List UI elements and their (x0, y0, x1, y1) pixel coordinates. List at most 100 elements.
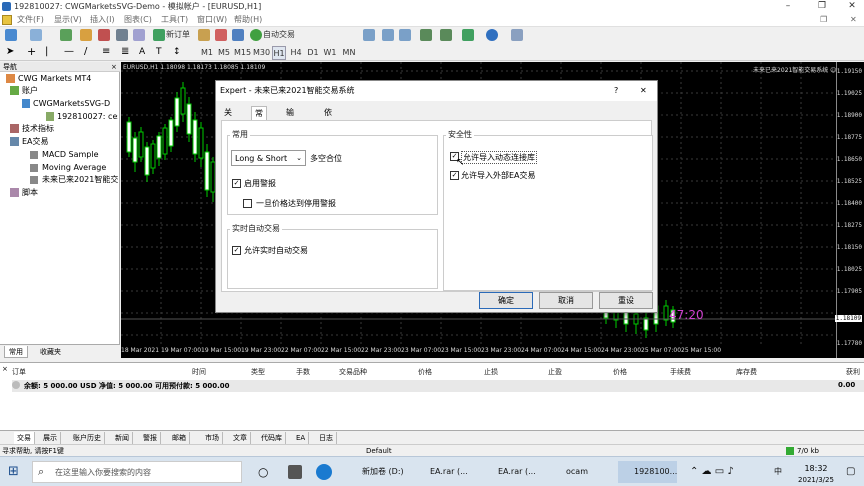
child-close-button[interactable]: ✕ (850, 13, 857, 27)
nav-server[interactable]: CWGMarketsSVG-D (22, 98, 118, 110)
nav-tab-favorites[interactable]: 收藏夹 (36, 346, 65, 358)
col-symbol[interactable]: 交易品种 (339, 367, 367, 377)
tf-h4[interactable]: H4 (289, 46, 303, 60)
nav-accounts[interactable]: 账户 (10, 85, 118, 97)
ok-button[interactable]: 确定 (479, 292, 533, 309)
navigator-icon[interactable] (98, 29, 110, 41)
col-type[interactable]: 类型 (251, 367, 265, 377)
dialog-tab-dependencies[interactable]: 依存关系 (321, 106, 335, 159)
allow-live-trading-checkbox[interactable]: ✓ (232, 246, 241, 255)
tf-m30[interactable]: M30 (253, 46, 270, 60)
col-profit[interactable]: 获利 (846, 367, 860, 377)
terminal-icon[interactable] (116, 29, 128, 41)
col-tp[interactable]: 止盈 (548, 367, 562, 377)
community-icon[interactable] (232, 29, 244, 41)
disable-alert-once-checkbox[interactable] (243, 199, 252, 208)
col-time[interactable]: 时间 (192, 367, 206, 377)
position-select[interactable]: Long & Short ⌄ (231, 150, 306, 166)
crosshair-icon[interactable]: + (27, 46, 39, 58)
cancel-button[interactable]: 取消 (539, 292, 593, 309)
nav-indicators[interactable]: 技术指标 (10, 123, 118, 135)
menu-insert[interactable]: 插入(I) (90, 13, 115, 27)
profiles-icon[interactable] (30, 29, 42, 41)
periods-icon[interactable] (486, 29, 498, 41)
minimize-button[interactable]: – (776, 0, 800, 13)
tf-mn[interactable]: MN (341, 46, 357, 60)
templates-icon[interactable] (511, 29, 523, 41)
nav-ea-future[interactable]: 未来已来2021智能交 (30, 174, 118, 186)
arrows-icon[interactable]: ↕ (173, 46, 185, 58)
notifications-icon[interactable]: ▢ (846, 461, 855, 483)
menu-view[interactable]: 显示(V) (54, 13, 82, 27)
chart-window-icon[interactable] (2, 15, 12, 25)
edge-icon[interactable] (316, 464, 332, 480)
data-window-icon[interactable] (80, 29, 92, 41)
horizontal-line-icon[interactable]: — (64, 46, 76, 58)
dialog-tab-inputs[interactable]: 输入参数 (283, 106, 297, 159)
metaeditor-icon[interactable] (198, 29, 210, 41)
col-sl[interactable]: 止损 (484, 367, 498, 377)
task-rar-1[interactable]: EA.rar (... (414, 461, 468, 483)
nav-broker[interactable]: CWG Markets MT4 (6, 73, 118, 85)
cursor-icon[interactable]: ➤ (6, 46, 18, 58)
col-swap[interactable]: 库存费 (736, 367, 757, 377)
zoom-in-icon[interactable] (363, 29, 375, 41)
text-label-icon[interactable]: T (156, 46, 168, 58)
dialog-close-button[interactable]: ✕ (640, 81, 647, 101)
col-price2[interactable]: 价格 (613, 367, 627, 377)
col-order[interactable]: 订单 (12, 367, 26, 377)
child-restore-button[interactable]: ❐ (820, 13, 827, 27)
dialog-tab-common[interactable]: 常用 (251, 106, 267, 132)
vertical-line-icon[interactable]: | (45, 46, 57, 58)
tf-m15[interactable]: M15 (234, 46, 251, 60)
nav-experts[interactable]: EA交易 (10, 136, 118, 148)
new-chart-icon[interactable] (5, 29, 17, 41)
tf-m1[interactable]: M1 (200, 46, 214, 60)
ime-indicator[interactable]: 中 (774, 461, 782, 483)
signals-icon[interactable] (215, 29, 227, 41)
nav-ea-ma[interactable]: Moving Average (30, 162, 118, 174)
task-mt4[interactable]: 1928100... (618, 461, 678, 483)
navigator-close-icon[interactable]: × (111, 62, 117, 72)
nav-account[interactable]: 192810027: ces (46, 111, 118, 123)
task-ocam[interactable]: ocam (550, 461, 588, 483)
terminal-close-icon[interactable]: × (2, 365, 8, 373)
clock-time[interactable]: 18:32 (796, 464, 836, 473)
zoom-out-icon[interactable] (382, 29, 394, 41)
reset-button[interactable]: 重设 (599, 292, 653, 309)
nav-scripts[interactable]: 脚本 (10, 187, 118, 199)
col-price[interactable]: 价格 (418, 367, 432, 377)
restore-button[interactable]: ❐ (810, 0, 834, 13)
menu-chart[interactable]: 图表(C) (124, 13, 152, 27)
fibonacci-icon[interactable]: ≣ (121, 46, 133, 58)
allow-external-checkbox[interactable]: ✓ (450, 171, 459, 180)
tf-m5[interactable]: M5 (217, 46, 231, 60)
market-watch-icon[interactable] (60, 29, 72, 41)
dialog-tab-about[interactable]: 关于 (221, 106, 235, 131)
menu-file[interactable]: 文件(F) (17, 13, 44, 27)
col-lots[interactable]: 手数 (296, 367, 310, 377)
strategy-tester-icon[interactable] (133, 29, 145, 41)
tf-h1[interactable]: H1 (272, 46, 286, 60)
col-commission[interactable]: 手续费 (670, 367, 691, 377)
nav-ea-macd[interactable]: MACD Sample (30, 149, 118, 161)
task-rar-2[interactable]: EA.rar (... (482, 461, 536, 483)
trendline-icon[interactable]: / (84, 46, 96, 58)
balance-row[interactable]: 余额: 5 000.00 USD 净值: 5 000.00 可用预付款: 5 0… (12, 380, 864, 392)
dialog-help-button[interactable]: ? (614, 81, 618, 101)
menu-help[interactable]: 帮助(H) (234, 13, 262, 27)
task-drive[interactable]: 新加卷 (D:) (346, 461, 404, 483)
terminal-app-icon[interactable] (288, 465, 302, 479)
channel-icon[interactable]: ≡ (102, 46, 114, 58)
tray-icons[interactable]: ⌃ ☁ ▭ ♪ (690, 461, 734, 483)
chart-shift-icon[interactable] (440, 29, 452, 41)
new-order-button[interactable]: 新订单 (165, 28, 191, 42)
auto-scroll-icon[interactable] (420, 29, 432, 41)
tile-windows-icon[interactable] (399, 29, 411, 41)
nav-tab-common[interactable]: 常用 (4, 346, 28, 358)
enable-alerts-checkbox[interactable]: ✓ (232, 179, 241, 188)
text-icon[interactable]: A (139, 46, 151, 58)
taskbar-search-input[interactable]: 在这里输入你要搜索的内容 (32, 461, 242, 483)
windows-start-icon[interactable]: ⊞ (8, 461, 19, 483)
clock-date[interactable]: 2021/3/25 (790, 476, 842, 484)
